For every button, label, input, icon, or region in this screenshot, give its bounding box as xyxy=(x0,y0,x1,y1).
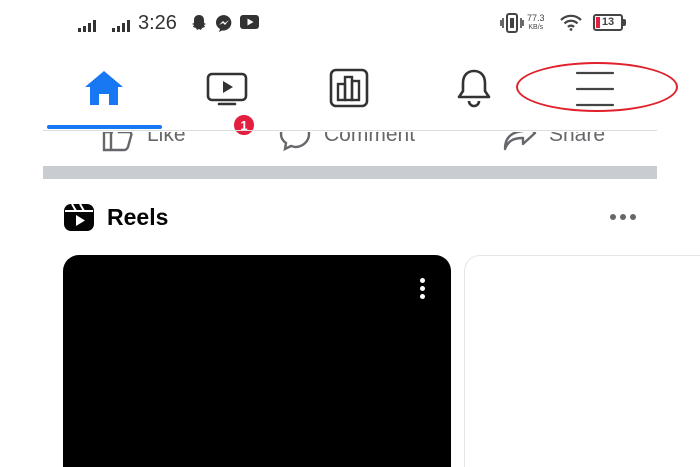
snapchat-icon xyxy=(192,15,206,30)
reels-header: Reels xyxy=(63,200,653,236)
battery-icon: 13 xyxy=(593,14,626,31)
share-label: Share xyxy=(549,132,606,146)
like-button[interactable]: Like xyxy=(101,132,186,152)
nav-watch[interactable] xyxy=(192,58,262,118)
feed-separator xyxy=(43,166,657,179)
reels-icon xyxy=(64,203,94,231)
youtube-icon xyxy=(240,15,259,29)
active-tab-indicator xyxy=(47,125,162,129)
post-actions-row: Like Comment Share xyxy=(43,132,657,166)
thumbs-up-icon xyxy=(102,132,133,152)
network-speed-unit: KB/s xyxy=(528,24,544,31)
comment-button[interactable]: Comment xyxy=(278,132,415,152)
comment-icon xyxy=(279,132,311,152)
nav-divider xyxy=(43,130,657,131)
reels-title: Reels xyxy=(107,204,169,230)
like-label: Like xyxy=(147,132,186,146)
storefront-icon xyxy=(329,68,369,108)
share-button[interactable]: Share xyxy=(503,132,605,152)
wifi-icon xyxy=(560,14,582,31)
comment-label: Comment xyxy=(324,132,416,146)
messenger-icon xyxy=(215,14,232,32)
battery-level: 13 xyxy=(601,16,615,28)
video-icon xyxy=(206,72,248,106)
nav-notifications[interactable] xyxy=(439,58,509,118)
nav-marketplace[interactable] xyxy=(314,58,384,118)
reels-more-button[interactable] xyxy=(603,207,643,227)
facebook-app-screen: 3:26 77.3 KB/s 13 1 Like Comment Share R… xyxy=(0,0,700,467)
signal-icon xyxy=(78,20,96,32)
status-time: 3:26 xyxy=(138,12,177,34)
vibrate-icon xyxy=(500,13,524,33)
home-icon xyxy=(85,71,123,105)
network-speed: 77.3 KB/s xyxy=(527,14,545,32)
status-bar: 3:26 77.3 KB/s 13 xyxy=(0,0,700,50)
reel-options-icon[interactable] xyxy=(412,278,432,302)
bell-icon xyxy=(457,69,491,108)
network-speed-value: 77.3 xyxy=(527,13,545,23)
nav-home[interactable] xyxy=(69,58,139,118)
reel-card[interactable] xyxy=(464,255,700,467)
signal-icon xyxy=(112,20,130,32)
reel-card[interactable] xyxy=(63,255,451,467)
menu-highlight-circle xyxy=(516,62,678,112)
share-icon xyxy=(503,132,537,151)
